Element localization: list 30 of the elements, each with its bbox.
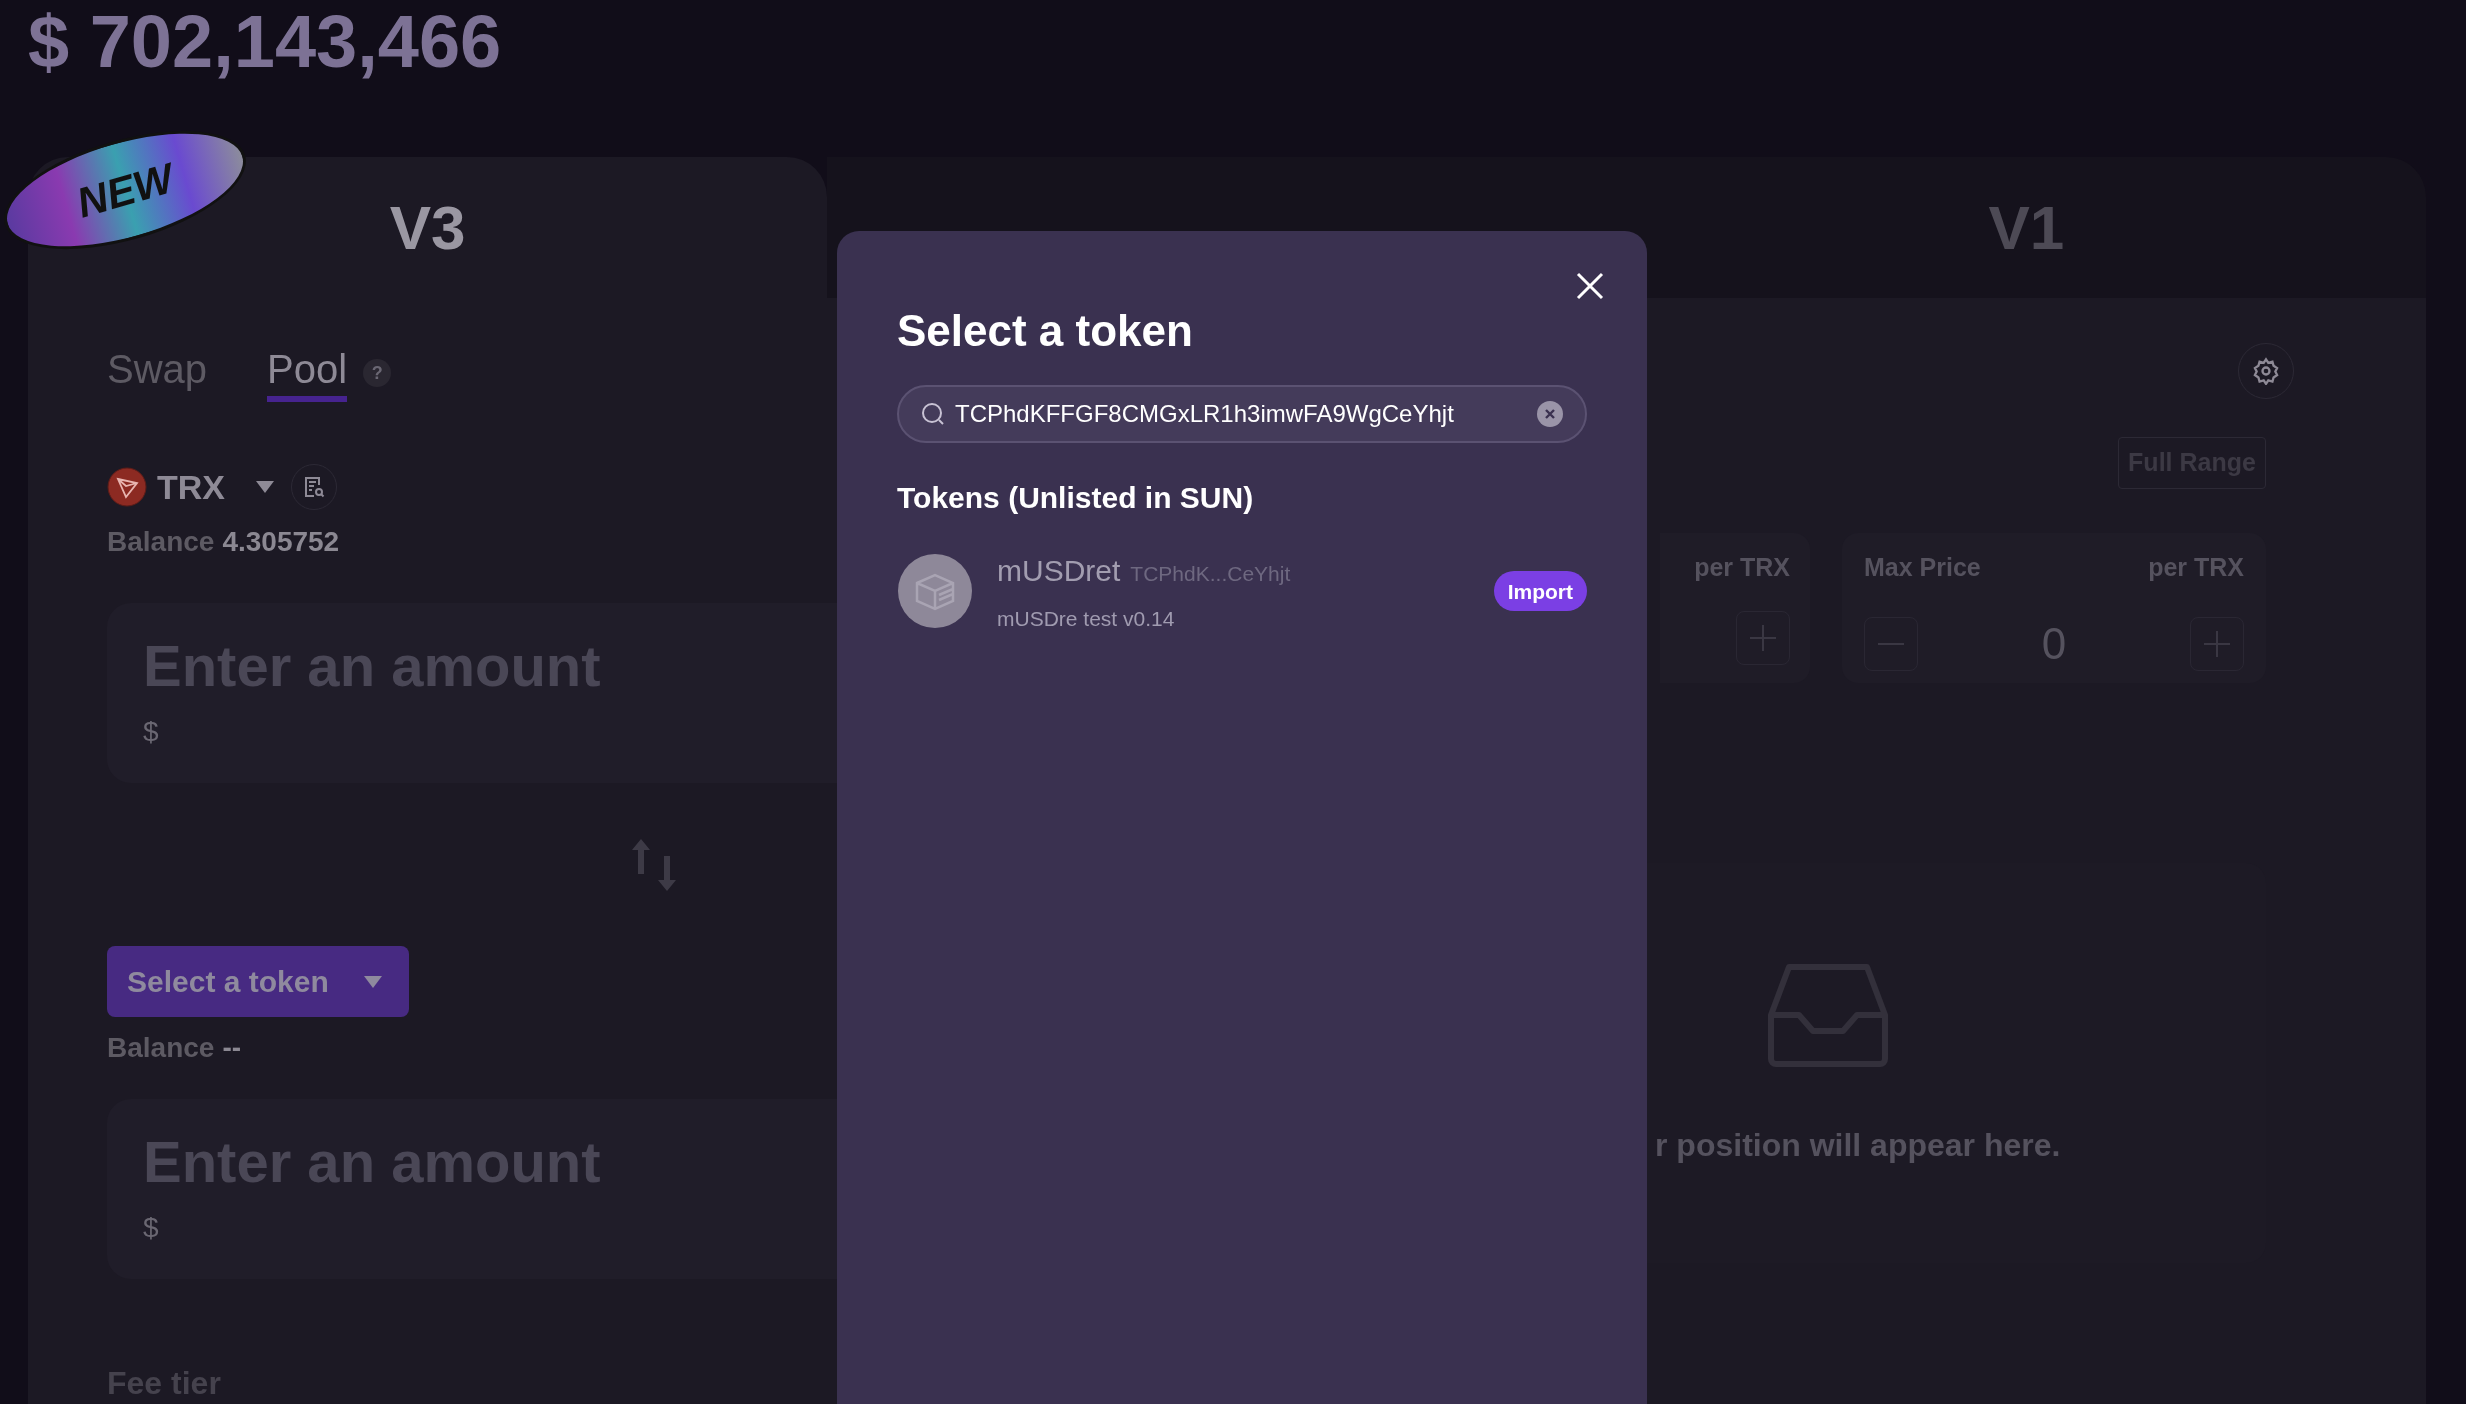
balance-value: 4.305752 (222, 525, 340, 559)
caret-icon (255, 480, 275, 494)
search-icon (921, 402, 945, 426)
modal-title: Select a token (897, 305, 1193, 357)
clear-icon[interactable] (1537, 401, 1563, 427)
search-input[interactable]: TCPhdKFFGF8CMGxLR1h3imwFA9WgCeYhjt (955, 396, 1527, 432)
token-description: mUSDre test v0.14 (997, 606, 1175, 632)
plus-icon (1748, 622, 1778, 653)
mode-tab[interactable]: Pool (267, 344, 348, 402)
close-icon[interactable] (1575, 271, 1605, 301)
document-search-icon (302, 475, 326, 499)
token-symbol: TRX (157, 466, 225, 508)
caret-icon (362, 974, 383, 989)
usd-value: $ (143, 715, 159, 749)
balance-label: Balance (107, 525, 215, 559)
usd-value: $ (143, 1211, 159, 1245)
settings-icon (2252, 357, 2280, 385)
import-button[interactable]: Import (1493, 571, 1587, 612)
plus-icon (2202, 628, 2232, 659)
help-button[interactable]: ? (363, 359, 392, 387)
token-placeholder-icon (897, 553, 973, 630)
empty-state-text: r position will appear here. (1655, 1126, 2061, 1165)
balance-value: -- (222, 1031, 242, 1065)
select-token-button[interactable]: Select a token (107, 946, 409, 1017)
token-name: mUSDret (997, 553, 1121, 589)
balance-label: Balance (107, 1031, 215, 1065)
trx-logo-icon (107, 467, 147, 507)
search-field[interactable]: TCPhdKFFGF8CMGxLR1h3imwFA9WgCeYhjt (897, 385, 1587, 443)
section-heading: Tokens (Unlisted in SUN) (897, 480, 1254, 516)
total-value-locked: $ 702,143,466 (28, 0, 502, 83)
